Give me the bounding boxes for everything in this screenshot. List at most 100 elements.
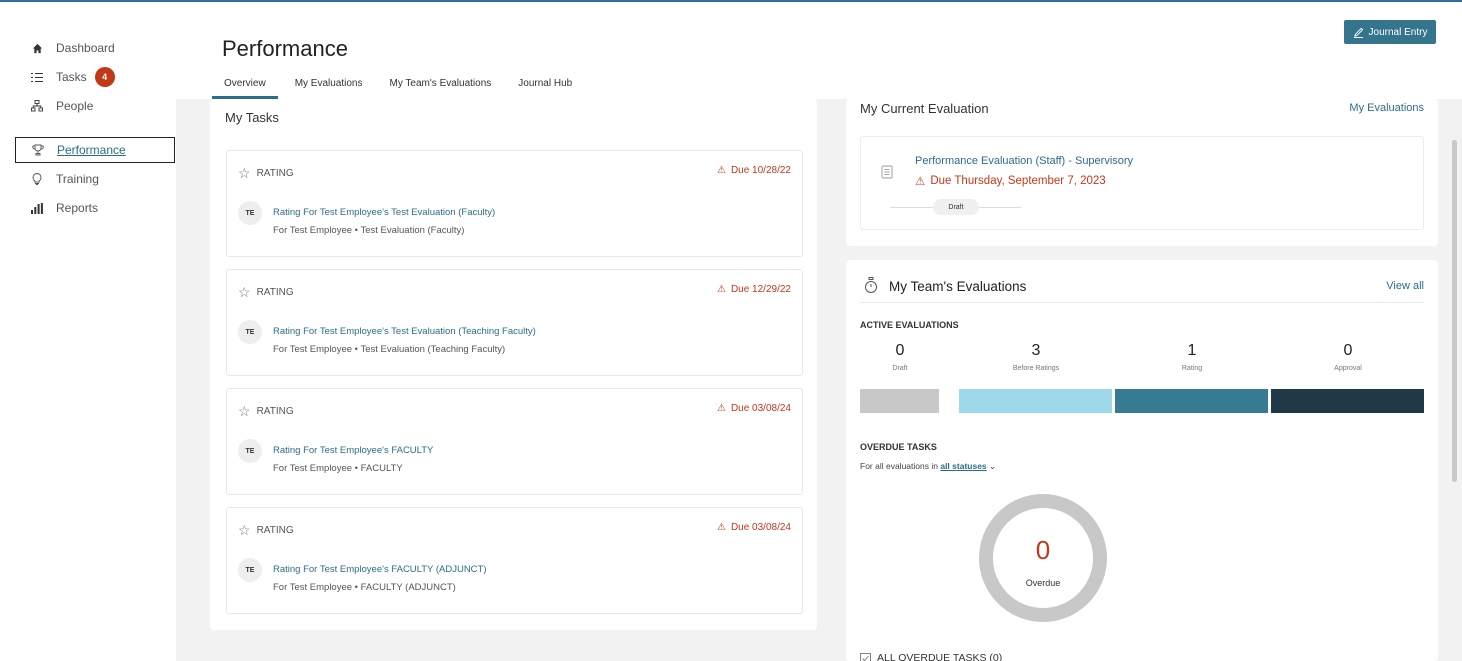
view-all-link[interactable]: View all <box>1386 280 1424 292</box>
journal-entry-label: Journal Entry <box>1368 26 1428 38</box>
evaluation-due-date: Due Thursday, September 7, 2023 <box>930 175 1106 187</box>
sidebar-item-performance[interactable]: Performance <box>15 137 175 163</box>
team-evaluations-panel: My Team's Evaluations View all ACTIVE EV… <box>846 260 1438 661</box>
task-due-date: Due 03/08/24 <box>730 403 791 414</box>
task-subtitle: For Test Employee • Test Evaluation (Fac… <box>273 225 465 236</box>
home-icon <box>30 43 44 54</box>
counter-value: 1 <box>1187 342 1197 359</box>
lightbulb-icon <box>30 173 44 185</box>
task-title-link[interactable]: Rating For Test Employee's FACULTY (ADJU… <box>273 564 487 575</box>
star-icon: ☆ <box>238 403 251 419</box>
current-evaluation-card[interactable]: Performance Evaluation (Staff) - Supervi… <box>860 136 1424 230</box>
page-title: Performance <box>222 36 348 61</box>
all-overdue-tasks-toggle[interactable]: ALL OVERDUE TASKS (0) <box>860 652 1002 661</box>
counter-draft[interactable]: 0 Draft <box>840 342 960 372</box>
task-card[interactable]: ☆ RATING ⚠ Due 03/08/24 TE Rating For Test… <box>226 388 803 495</box>
active-evaluations-label: ACTIVE EVALUATIONS <box>860 320 959 330</box>
overdue-tasks-label: OVERDUE TASKS <box>860 442 937 452</box>
task-title-link[interactable]: Rating For Test Employee's Test Evaluati… <box>273 326 536 337</box>
task-type: RATING <box>256 168 294 179</box>
filter-prefix: For all evaluations in <box>860 461 938 471</box>
warning-icon: ⚠ <box>716 403 726 414</box>
bar-segment-rating[interactable] <box>1115 389 1268 413</box>
avatar: TE <box>238 439 262 463</box>
tab-my-evaluations[interactable]: My Evaluations <box>295 78 363 99</box>
sidebar-item-dashboard[interactable]: Dashboard <box>30 36 115 60</box>
checkbox-icon <box>860 652 871 661</box>
document-icon <box>881 165 893 179</box>
star-icon: ☆ <box>238 165 251 181</box>
counter-value: 3 <box>1031 342 1041 359</box>
warning-icon: ⚠ <box>716 522 726 533</box>
list-icon <box>30 72 44 83</box>
tab-overview[interactable]: Overview <box>212 78 278 99</box>
task-title-link[interactable]: Rating For Test Employee's Test Evaluati… <box>273 207 495 218</box>
people-icon <box>30 100 44 112</box>
sidebar-item-tasks[interactable]: Tasks 4 <box>30 65 115 89</box>
my-evaluations-link[interactable]: My Evaluations <box>1349 102 1424 114</box>
warning-icon: ⚠ <box>915 176 926 188</box>
pencil-icon <box>1353 27 1363 38</box>
star-icon: ☆ <box>238 284 251 300</box>
task-type: RATING <box>256 406 294 417</box>
timeline-line <box>890 207 933 208</box>
status-filter-dropdown[interactable]: all statuses <box>940 461 986 471</box>
avatar: TE <box>238 320 262 344</box>
sidebar-item-reports[interactable]: Reports <box>30 196 98 220</box>
evaluation-stage-chip: Draft <box>933 199 979 215</box>
task-card[interactable]: ☆ RATING ⚠ Due 10/28/22 TE Rating For Test… <box>226 150 803 257</box>
bar-chart-icon <box>30 202 44 214</box>
task-card[interactable]: ☆ RATING ⚠ Due 12/29/22 TE Rating For Test… <box>226 269 803 376</box>
sidebar: Dashboard Tasks 4 People Performance Tra… <box>0 2 176 661</box>
warning-icon: ⚠ <box>716 165 726 176</box>
tab-journal-hub[interactable]: Journal Hub <box>518 78 572 99</box>
timeline-line <box>979 207 1021 208</box>
task-subtitle: For Test Employee • FACULTY (ADJUNCT) <box>273 582 456 593</box>
team-evaluations-heading: My Team's Evaluations <box>889 279 1027 294</box>
page-header: Performance Journal Entry Overview My Ev… <box>176 2 1462 99</box>
journal-entry-button[interactable]: Journal Entry <box>1344 20 1436 44</box>
tasks-count-badge: 4 <box>94 67 115 87</box>
my-tasks-heading: My Tasks <box>225 110 279 125</box>
sidebar-item-label: People <box>56 99 94 113</box>
counter-rating[interactable]: 1 Rating <box>1132 342 1252 372</box>
task-type: RATING <box>256 287 294 298</box>
counter-before-ratings[interactable]: 3 Before Ratings <box>976 342 1096 372</box>
task-due-date: Due 12/29/22 <box>730 284 791 295</box>
overdue-label: Overdue <box>1025 578 1061 588</box>
bar-segment-approval[interactable] <box>1271 389 1424 413</box>
counter-label: Rating <box>1181 365 1203 372</box>
evaluation-title-link[interactable]: Performance Evaluation (Staff) - Supervi… <box>915 155 1133 167</box>
task-title-link[interactable]: Rating For Test Employee's FACULTY <box>273 445 433 456</box>
warning-icon: ⚠ <box>716 284 726 295</box>
star-icon: ☆ <box>238 522 251 538</box>
counter-value: 0 <box>1343 342 1353 359</box>
sidebar-item-people[interactable]: People <box>30 94 93 118</box>
task-subtitle: For Test Employee • Test Evaluation (Tea… <box>273 344 506 355</box>
bar-segment-draft[interactable] <box>860 389 939 413</box>
sidebar-item-label: Tasks <box>56 70 87 84</box>
sidebar-item-label: Reports <box>56 201 99 215</box>
sidebar-item-label: Training <box>56 172 99 186</box>
task-due-date: Due 10/28/22 <box>730 165 791 176</box>
task-subtitle: For Test Employee • FACULTY <box>273 463 403 474</box>
avatar: TE <box>238 201 262 225</box>
sidebar-item-training[interactable]: Training <box>30 167 99 191</box>
chevron-down-icon: ⌄ <box>989 461 997 471</box>
counter-label: Draft <box>892 365 908 372</box>
counter-label: Before Ratings <box>1012 365 1060 372</box>
sidebar-item-label: Performance <box>57 143 126 157</box>
counter-label: Approval <box>1334 365 1362 372</box>
counter-value: 0 <box>895 342 905 359</box>
bar-segment-before-ratings[interactable] <box>959 389 1112 413</box>
task-type: RATING <box>256 525 294 536</box>
tab-my-teams-evaluations[interactable]: My Team's Evaluations <box>390 78 492 99</box>
trophy-icon <box>31 144 45 156</box>
counter-approval[interactable]: 0 Approval <box>1288 342 1408 372</box>
scrollbar[interactable] <box>1452 140 1457 482</box>
all-overdue-tasks-label: ALL OVERDUE TASKS (0) <box>877 652 1003 661</box>
task-card[interactable]: ☆ RATING ⚠ Due 03/08/24 TE Rating For Test… <box>226 507 803 614</box>
task-due-date: Due 03/08/24 <box>730 522 791 533</box>
current-evaluation-panel: My Current Evaluation My Evaluations Per… <box>846 99 1438 246</box>
divider <box>860 302 1424 303</box>
